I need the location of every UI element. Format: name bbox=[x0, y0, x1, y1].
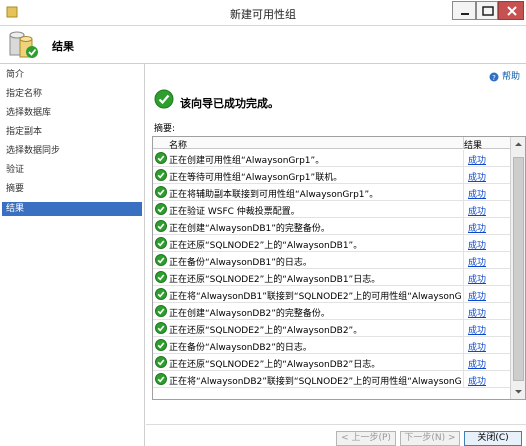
title-bar: 新建可用性组 bbox=[0, 0, 526, 26]
nav-item-specify-name[interactable]: 指定名称 bbox=[2, 87, 142, 101]
table-row[interactable]: 正在备份“AlwaysonDB1”的日志。 成功 bbox=[153, 252, 510, 269]
row-result-link[interactable]: 成功 bbox=[468, 357, 486, 370]
table-row[interactable]: 正在还原“SQLNODE2”上的“AlwaysonDB1”日志。 成功 bbox=[153, 269, 510, 286]
table-header: 名称 结果 bbox=[153, 137, 510, 151]
success-icon bbox=[155, 373, 167, 385]
nav-item-intro[interactable]: 简介 bbox=[2, 68, 142, 82]
table-row[interactable]: 正在备份“AlwaysonDB2”的日志。 成功 bbox=[153, 337, 510, 354]
row-result-link[interactable]: 成功 bbox=[468, 323, 486, 336]
row-name: 正在将辅助副本联接到可用性组“AlwaysonGrp1”。 bbox=[169, 190, 379, 200]
minimize-button[interactable] bbox=[452, 1, 476, 20]
table-row[interactable]: 正在将“AlwaysonDB2”联接到“SQLNODE2”上的可用性组“Alwa… bbox=[153, 371, 510, 388]
results-table: 名称 结果 正在创建可用性组“AlwaysonGrp1”。 成功 正在等待可用性组“… bbox=[152, 136, 526, 400]
success-icon bbox=[155, 288, 167, 300]
table-body: 正在创建可用性组“AlwaysonGrp1”。 成功 正在等待可用性组“Always… bbox=[153, 150, 510, 388]
success-check-icon bbox=[154, 89, 174, 109]
table-row[interactable]: 正在验证 WSFC 仲裁投票配置。 成功 bbox=[153, 201, 510, 218]
help-link[interactable]: ? 帮助 bbox=[489, 69, 520, 82]
close-button[interactable]: 关闭(C) bbox=[464, 431, 522, 446]
table-row[interactable]: 正在将辅助副本联接到可用性组“AlwaysonGrp1”。 成功 bbox=[153, 184, 510, 201]
success-icon bbox=[155, 305, 167, 317]
row-name: 正在验证 WSFC 仲裁投票配置。 bbox=[169, 207, 300, 217]
row-result-link[interactable]: 成功 bbox=[468, 204, 486, 217]
row-result-link[interactable]: 成功 bbox=[468, 255, 486, 268]
nav-item-validation[interactable]: 验证 bbox=[2, 163, 142, 177]
row-result-link[interactable]: 成功 bbox=[468, 306, 486, 319]
row-name: 正在创建“AlwaysonDB1”的完整备份。 bbox=[169, 224, 330, 234]
row-result-link[interactable]: 成功 bbox=[468, 272, 486, 285]
row-name: 正在还原“SQLNODE2”上的“AlwaysonDB1”日志。 bbox=[169, 275, 381, 285]
success-icon bbox=[155, 322, 167, 334]
row-result-link[interactable]: 成功 bbox=[468, 187, 486, 200]
row-name: 正在还原“SQLNODE2”上的“AlwaysonDB2”。 bbox=[169, 326, 363, 336]
success-icon bbox=[155, 254, 167, 266]
nav-item-results[interactable]: 结果 bbox=[2, 202, 142, 216]
previous-button[interactable]: < 上一步(P) bbox=[336, 431, 396, 446]
table-row[interactable]: 正在将“AlwaysonDB1”联接到“SQLNODE2”上的可用性组“Alwa… bbox=[153, 286, 510, 303]
nav-item-select-databases[interactable]: 选择数据库 bbox=[2, 106, 142, 120]
table-row[interactable]: 正在还原“SQLNODE2”上的“AlwaysonDB2”日志。 成功 bbox=[153, 354, 510, 371]
nav-item-data-sync[interactable]: 选择数据同步 bbox=[2, 144, 142, 158]
table-row[interactable]: 正在创建可用性组“AlwaysonGrp1”。 成功 bbox=[153, 150, 510, 167]
close-window-button[interactable] bbox=[498, 1, 524, 20]
maximize-button[interactable] bbox=[476, 1, 498, 20]
success-icon bbox=[155, 356, 167, 368]
scroll-up-icon[interactable] bbox=[513, 139, 524, 150]
success-icon bbox=[155, 271, 167, 283]
nav-item-summary[interactable]: 摘要 bbox=[2, 182, 142, 196]
success-icon bbox=[155, 237, 167, 249]
scroll-down-icon[interactable] bbox=[513, 386, 524, 397]
row-name: 正在备份“AlwaysonDB2”的日志。 bbox=[169, 343, 312, 353]
svg-text:?: ? bbox=[492, 74, 496, 82]
results-icon bbox=[9, 31, 38, 58]
success-icon bbox=[155, 339, 167, 351]
row-result-link[interactable]: 成功 bbox=[468, 221, 486, 234]
row-result-link[interactable]: 成功 bbox=[468, 374, 486, 387]
row-name: 正在将“AlwaysonDB1”联接到“SQLNODE2”上的可用性组“Alwa… bbox=[169, 292, 461, 302]
row-name: 正在还原“SQLNODE2”上的“AlwaysonDB1”。 bbox=[169, 241, 363, 251]
row-result-link[interactable]: 成功 bbox=[468, 153, 486, 166]
wizard-steps-nav: 简介 指定名称 选择数据库 指定副本 选择数据同步 验证 摘要 结果 bbox=[0, 64, 145, 446]
row-name: 正在备份“AlwaysonDB1”的日志。 bbox=[169, 258, 312, 268]
summary-label: 摘要: bbox=[154, 124, 176, 134]
row-result-link[interactable]: 成功 bbox=[468, 289, 486, 302]
row-result-link[interactable]: 成功 bbox=[468, 170, 486, 183]
page-title: 结果 bbox=[52, 40, 74, 53]
minimize-icon bbox=[461, 13, 469, 15]
table-row[interactable]: 正在还原“SQLNODE2”上的“AlwaysonDB1”。 成功 bbox=[153, 235, 510, 252]
help-icon: ? bbox=[489, 72, 499, 82]
row-name: 正在还原“SQLNODE2”上的“AlwaysonDB2”日志。 bbox=[169, 360, 381, 370]
page-header: 结果 bbox=[0, 26, 526, 64]
maximize-icon bbox=[482, 6, 494, 16]
next-button[interactable]: 下一步(N) > bbox=[400, 431, 460, 446]
row-name: 正在创建“AlwaysonDB2”的完整备份。 bbox=[169, 309, 330, 319]
row-result-link[interactable]: 成功 bbox=[468, 238, 486, 251]
status-text: 该向导已成功完成。 bbox=[180, 97, 279, 110]
scrollbar-thumb[interactable] bbox=[513, 157, 524, 381]
table-row[interactable]: 正在还原“SQLNODE2”上的“AlwaysonDB2”。 成功 bbox=[153, 320, 510, 337]
success-icon bbox=[155, 186, 167, 198]
table-row[interactable]: 正在等待可用性组“AlwaysonGrp1”联机。 成功 bbox=[153, 167, 510, 184]
success-icon bbox=[155, 169, 167, 181]
main-panel: ? 帮助 该向导已成功完成。 摘要: 名称 结果 正在创建可用性组“Always… bbox=[146, 64, 526, 446]
table-row[interactable]: 正在创建“AlwaysonDB2”的完整备份。 成功 bbox=[153, 303, 510, 320]
success-icon bbox=[155, 203, 167, 215]
footer-divider bbox=[146, 424, 526, 425]
success-icon bbox=[155, 152, 167, 164]
close-icon bbox=[507, 6, 517, 16]
help-label: 帮助 bbox=[501, 72, 520, 82]
table-row[interactable]: 正在创建“AlwaysonDB1”的完整备份。 成功 bbox=[153, 218, 510, 235]
nav-item-specify-replicas[interactable]: 指定副本 bbox=[2, 125, 142, 139]
vertical-scrollbar[interactable] bbox=[510, 137, 525, 399]
window-title: 新建可用性组 bbox=[230, 8, 296, 21]
row-name: 正在将“AlwaysonDB2”联接到“SQLNODE2”上的可用性组“Alwa… bbox=[169, 377, 461, 387]
success-icon bbox=[155, 220, 167, 232]
row-result-link[interactable]: 成功 bbox=[468, 340, 486, 353]
row-name: 正在创建可用性组“AlwaysonGrp1”。 bbox=[169, 156, 325, 166]
row-name: 正在等待可用性组“AlwaysonGrp1”联机。 bbox=[169, 173, 343, 183]
